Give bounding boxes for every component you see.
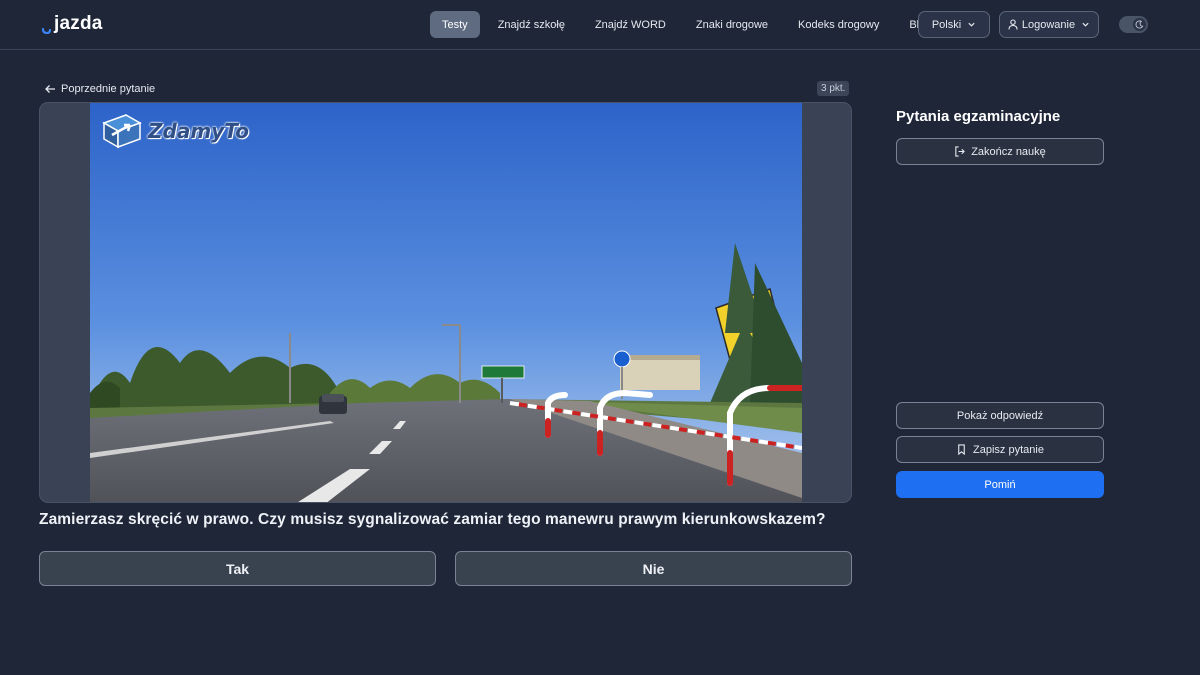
arrow-left-icon [45,84,55,93]
skip-label: Pomiń [984,478,1016,491]
watermark-text: ZdamyTo [148,119,249,143]
login-menu[interactable]: Logowanie [999,11,1099,38]
logout-icon [955,146,966,157]
previous-question-link[interactable]: Poprzednie pytanie [44,81,155,96]
site-logo[interactable]: jazda [42,12,103,36]
login-label: Logowanie [1021,18,1076,31]
panel-title: Pytania egzaminacyjne [896,108,1061,125]
nav-item-find-school[interactable]: Znajdź szkołę [486,11,577,38]
logo-text: jazda [54,13,103,34]
main-nav: Testy Znajdź szkołę Znajdź WORD Znaki dr… [430,11,949,38]
nav-item-find-word[interactable]: Znajdź WORD [583,11,678,38]
skip-button[interactable]: Pomiń [896,471,1104,498]
bookmark-icon [958,444,965,455]
logo-mark-icon [42,27,52,34]
finish-learning-button[interactable]: Zakończ naukę [896,138,1104,165]
previous-question-label: Poprzednie pytanie [61,82,156,95]
theme-knob [1133,18,1146,31]
nav-item-road-signs[interactable]: Znaki drogowe [684,11,780,38]
user-icon [1008,19,1018,30]
road-scene-image [90,103,802,502]
question-media: ZdamyTo [39,102,852,503]
show-answer-button[interactable]: Pokaż odpowiedź [896,402,1104,429]
nav-item-road-code[interactable]: Kodeks drogowy [786,11,891,38]
question-text: Zamierzasz skręcić w prawo. Czy musisz s… [39,511,826,528]
watermark-logo-icon [102,114,142,149]
chevron-down-icon [968,22,975,27]
answer-yes-button[interactable]: Tak [39,551,436,586]
finish-learning-label: Zakończ naukę [971,145,1046,158]
points-badge: 3 pkt. [817,81,850,96]
top-navigation-bar: jazda Testy Znajdź szkołę Znajdź WORD Zn… [0,0,1200,50]
moon-icon [1135,20,1144,29]
nav-item-tests[interactable]: Testy [430,11,480,38]
language-select[interactable]: Polski [918,11,990,38]
save-question-button[interactable]: Zapisz pytanie [896,436,1104,463]
answer-no-button[interactable]: Nie [455,551,852,586]
theme-toggle[interactable] [1119,16,1148,33]
save-question-label: Zapisz pytanie [973,443,1044,456]
show-answer-label: Pokaż odpowiedź [956,409,1044,422]
language-label: Polski [931,18,962,31]
watermark-logo: ZdamyTo [100,113,249,149]
chevron-down-icon [1082,22,1089,27]
